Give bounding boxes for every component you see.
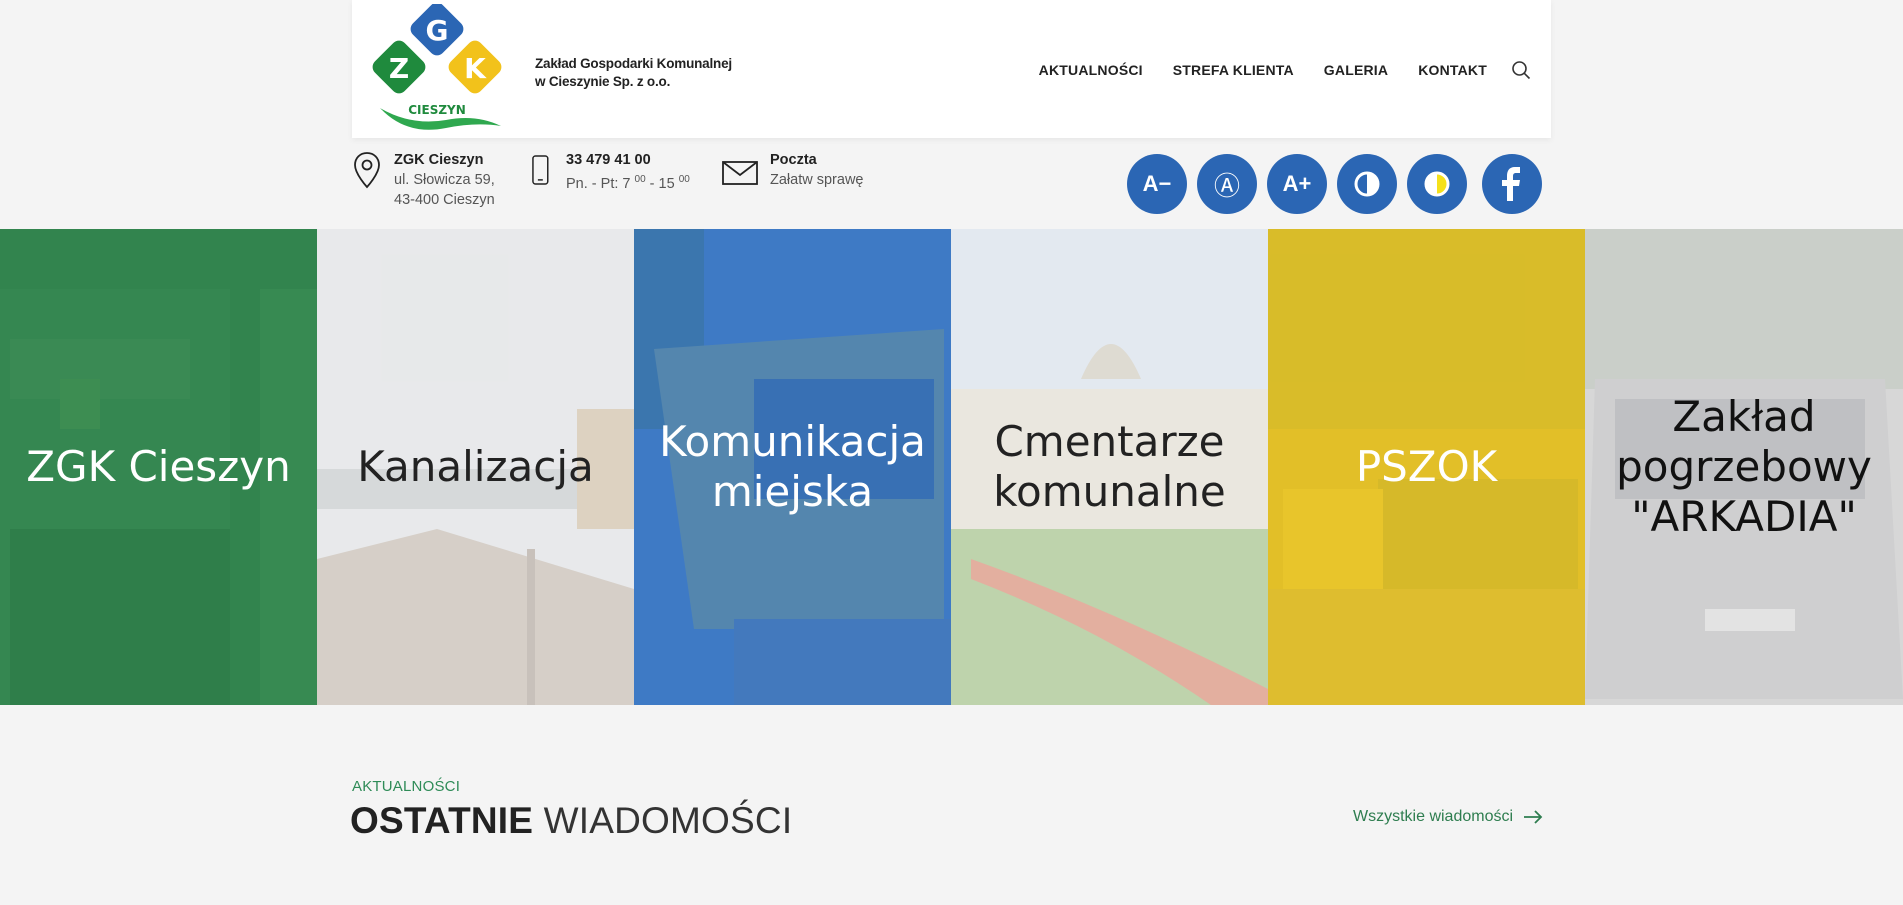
phone-block: 33 479 41 00 Pn. - Pt: 7 00 - 15 00 xyxy=(528,150,690,194)
contrast-yellow-button[interactable] xyxy=(1407,154,1467,214)
tile-label: ZGK Cieszyn xyxy=(26,442,291,491)
zgk-logo[interactable]: G Z K CIESZYN xyxy=(366,4,506,136)
facebook-button[interactable] xyxy=(1482,154,1542,214)
tile-kanalizacja[interactable]: Kanalizacja xyxy=(317,229,634,705)
company-name-line1: Zakład Gospodarki Komunalnej xyxy=(535,56,732,71)
font-increase-icon: A+ xyxy=(1282,171,1312,196)
phone-number[interactable]: 33 479 41 00 xyxy=(566,150,690,170)
contrast-button[interactable] xyxy=(1337,154,1397,214)
header-bar: G Z K CIESZYN Zakład Gospodarki Komunaln… xyxy=(352,0,1551,138)
news-heading-light: WIADOMOŚCI xyxy=(543,800,793,841)
tile-label: Cmentarze komunalne xyxy=(993,417,1226,516)
news-heading: OSTATNIE WIADOMOŚCI xyxy=(350,800,792,842)
logo-letter-g: G xyxy=(426,14,449,47)
contrast-yellow-icon xyxy=(1424,171,1450,197)
logo-letter-k: K xyxy=(464,52,487,85)
nav-strefa-klienta[interactable]: STREFA KLIENTA xyxy=(1173,62,1294,78)
news-heading-bold: OSTATNIE xyxy=(350,800,534,841)
address-line2: 43-400 Cieszyn xyxy=(394,192,495,208)
tile-komunikacja-miejska[interactable]: Komunikacja miejska xyxy=(634,229,951,705)
news-kicker: AKTUALNOŚCI xyxy=(352,778,461,795)
company-name: Zakład Gospodarki Komunalnej w Cieszynie… xyxy=(535,55,732,91)
font-decrease-button[interactable]: A− xyxy=(1127,154,1187,214)
font-reset-icon: Ⓐ xyxy=(1213,170,1240,201)
all-news-label: Wszystkie wiadomości xyxy=(1353,808,1514,825)
main-nav: AKTUALNOŚCI STREFA KLIENTA GALERIA KONTA… xyxy=(1009,60,1531,80)
nav-kontakt[interactable]: KONTAKT xyxy=(1418,62,1487,78)
font-reset-button[interactable]: Ⓐ xyxy=(1197,154,1257,214)
font-increase-button[interactable]: A+ xyxy=(1267,154,1327,214)
tile-label: Komunikacja miejska xyxy=(659,417,926,516)
tile-zgk-cieszyn[interactable]: ZGK Cieszyn xyxy=(0,229,317,705)
tile-pszok[interactable]: PSZOK xyxy=(1268,229,1585,705)
mail-block[interactable]: Poczta Załatw sprawę xyxy=(720,150,863,190)
envelope-icon xyxy=(722,161,758,185)
logo-word: CIESZYN xyxy=(408,103,466,117)
mail-title: Poczta xyxy=(770,152,817,168)
nav-galeria[interactable]: GALERIA xyxy=(1324,62,1388,78)
address-title: ZGK Cieszyn xyxy=(394,152,484,168)
all-news-link[interactable]: Wszystkie wiadomości xyxy=(1353,808,1543,826)
tile-label: PSZOK xyxy=(1355,442,1498,491)
nav-aktualnosci[interactable]: AKTUALNOŚCI xyxy=(1039,62,1143,78)
service-tiles: ZGK Cieszyn Kanalizacja Komunikacja miej… xyxy=(0,229,1903,705)
tile-cmentarze-komunalne[interactable]: Cmentarze komunalne xyxy=(951,229,1268,705)
font-decrease-icon: A− xyxy=(1142,171,1172,196)
contrast-icon xyxy=(1354,171,1380,197)
phone-icon xyxy=(532,155,549,185)
tile-zaklad-pogrzebowy[interactable]: Zakład pogrzebowy "ARKADIA" xyxy=(1585,229,1903,705)
tile-label: Kanalizacja xyxy=(357,442,594,491)
phone-hours: Pn. - Pt: 7 00 - 15 00 xyxy=(566,174,690,192)
logo-letter-z: Z xyxy=(389,52,409,85)
location-pin-icon xyxy=(354,152,380,189)
company-name-line2: w Cieszynie Sp. z o.o. xyxy=(535,74,671,89)
mail-subtitle: Załatw sprawę xyxy=(770,172,864,188)
address-line1: ul. Słowicza 59, xyxy=(394,172,495,188)
tile-label: Zakład pogrzebowy "ARKADIA" xyxy=(1616,392,1872,541)
arrow-right-icon xyxy=(1524,810,1543,824)
address-block: ZGK Cieszyn ul. Słowicza 59, 43-400 Cies… xyxy=(350,150,495,210)
facebook-icon xyxy=(1502,167,1520,201)
accessibility-toolbar: A− Ⓐ A+ xyxy=(1127,154,1552,214)
search-icon[interactable] xyxy=(1511,60,1531,80)
